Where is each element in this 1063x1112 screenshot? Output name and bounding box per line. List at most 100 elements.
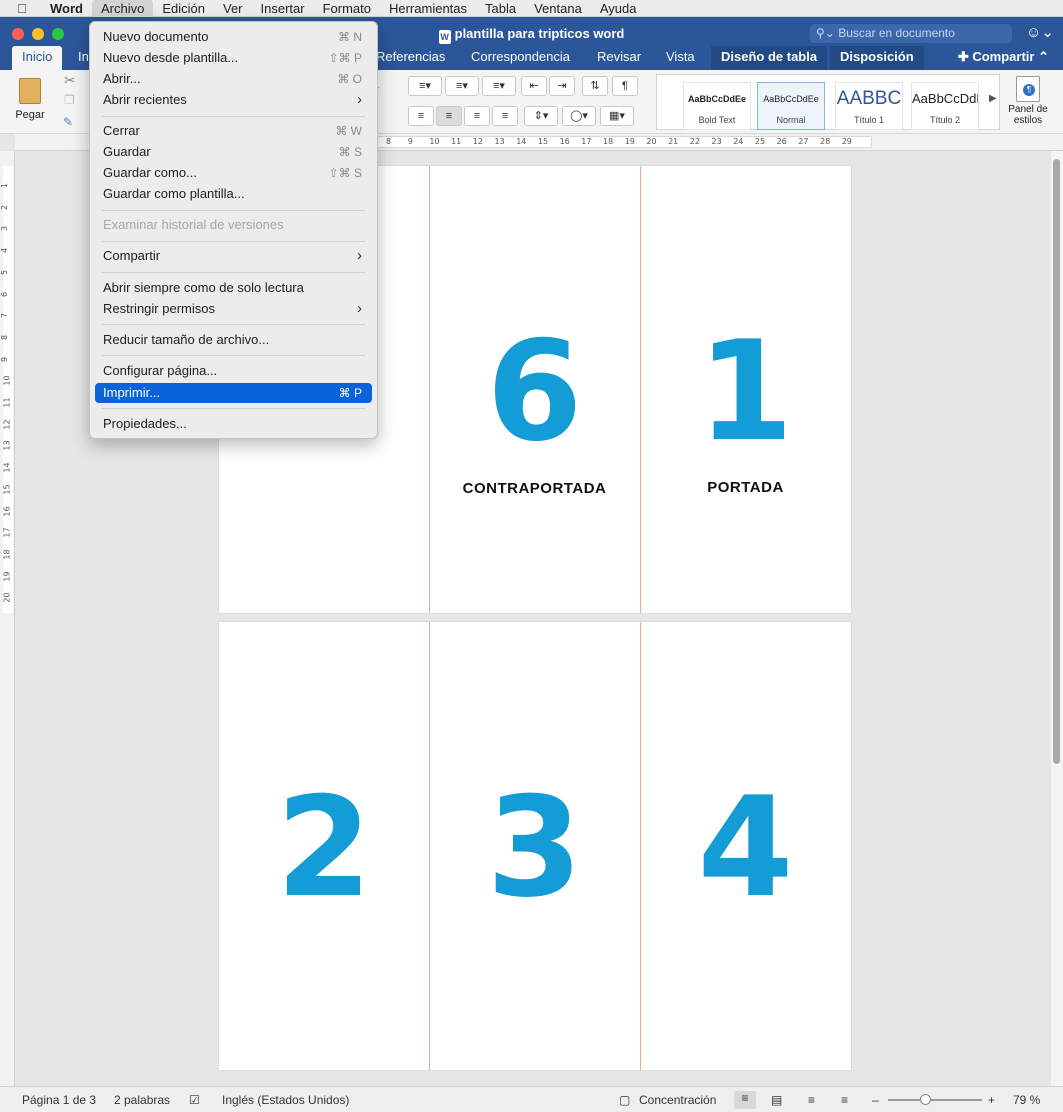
menu-archivo[interactable]: Archivo xyxy=(91,0,154,17)
style-titulo-1[interactable]: AABBC Título 1 xyxy=(835,82,903,130)
zoom-out-icon[interactable]: – xyxy=(872,1093,879,1107)
borders-button[interactable]: ▦▾ xyxy=(600,106,634,126)
menu-item-nuevo-desde-plantilla[interactable]: Nuevo desde plantilla... ⇧⌘ P xyxy=(95,48,372,68)
menu-tabla[interactable]: Tabla xyxy=(476,0,525,17)
tab-revisar[interactable]: Revisar xyxy=(587,46,651,70)
menu-insertar[interactable]: Insertar xyxy=(252,0,314,17)
scrollbar-thumb[interactable] xyxy=(1053,159,1060,764)
style-titulo-2[interactable]: AaBbCcDdI Título 2 xyxy=(911,82,979,130)
draft-view-icon[interactable]: ≡ xyxy=(841,1093,848,1107)
cut-icon[interactable]: ✂ xyxy=(64,72,76,89)
menu-item-guardar[interactable]: Guardar ⌘ S xyxy=(95,142,372,162)
numbering-button[interactable]: ≡▾ xyxy=(445,76,479,96)
word-doc-icon: W xyxy=(438,30,451,44)
style-bold-text[interactable]: AaBbCcDdEe Bold Text xyxy=(683,82,751,130)
copy-icon[interactable]: ❐ xyxy=(64,93,75,107)
language[interactable]: Inglés (Estados Unidos) xyxy=(222,1093,349,1107)
show-marks-button[interactable]: ¶ xyxy=(612,76,638,96)
format-painter-icon[interactable]: ✎ xyxy=(63,115,73,129)
menu-item-guardar-como[interactable]: Guardar como... ⇧⌘ S xyxy=(95,163,372,183)
menu-formato[interactable]: Formato xyxy=(314,0,380,17)
styles-pane-icon: ¶ xyxy=(1016,76,1040,102)
word-count[interactable]: 2 palabras xyxy=(114,1093,170,1107)
shading-button[interactable]: ◯▾ xyxy=(562,106,596,126)
menu-item-cerrar[interactable]: Cerrar ⌘ W xyxy=(95,121,372,141)
zoom-in-icon[interactable]: + xyxy=(988,1093,995,1107)
ruler-tick: 23 xyxy=(711,137,722,146)
align-center-button[interactable]: ≡ xyxy=(436,106,462,126)
vertical-scrollbar[interactable] xyxy=(1051,151,1063,1086)
menu-ver[interactable]: Ver xyxy=(214,0,252,17)
tab-inicio[interactable]: Inicio xyxy=(12,46,63,70)
menu-item-nuevo-documento[interactable]: Nuevo documento ⌘ N xyxy=(95,27,372,47)
menu-item-compartir[interactable]: Compartir › xyxy=(95,246,372,266)
styles-pane-button[interactable]: ¶ Panel de estilos xyxy=(1004,76,1052,126)
focus-icon[interactable]: ▢ xyxy=(619,1093,630,1107)
menu-item-label: Reducir tamaño de archivo... xyxy=(103,332,270,347)
web-layout-icon[interactable]: ▤ xyxy=(771,1093,782,1107)
align-right-button[interactable]: ≡ xyxy=(464,106,490,126)
menu-ventana[interactable]: Ventana xyxy=(525,0,591,17)
menu-item-abrir[interactable]: Abrir... ⌘ O xyxy=(95,69,372,89)
menu-item-configurar-pagina[interactable]: Configurar página... xyxy=(95,361,372,381)
vertical-ruler[interactable]: 1 2 3 4 5 6 7 8 9 10 11 12 13 14 15 16 17 18 19 20 xyxy=(0,151,15,1086)
sort-button[interactable]: ⇅ xyxy=(582,76,608,96)
menu-app-word[interactable]: Word xyxy=(44,0,92,17)
collapse-ribbon-icon[interactable]: ⌃ xyxy=(1038,49,1049,64)
search-document-input[interactable]: ⚲⌄ Buscar en documento xyxy=(810,24,1012,43)
decrease-indent-button[interactable]: ⇤ xyxy=(521,76,547,96)
menu-ayuda[interactable]: Ayuda xyxy=(591,0,646,17)
increase-indent-button[interactable]: ⇥ xyxy=(549,76,575,96)
zoom-slider-handle[interactable] xyxy=(920,1094,931,1105)
zoom-slider[interactable] xyxy=(888,1099,982,1101)
panel-6: 6 CONTRAPORTADA xyxy=(429,166,639,613)
style-normal[interactable]: AaBbCcDdEe Normal xyxy=(757,82,825,130)
justify-button[interactable]: ≡ xyxy=(492,106,518,126)
outline-view-icon[interactable]: ≡ xyxy=(808,1093,815,1107)
ruler-tick: 15 xyxy=(2,484,12,495)
menu-separator xyxy=(102,272,365,273)
ruler-tick: 18 xyxy=(603,137,614,146)
menu-item-label: Compartir xyxy=(103,248,161,263)
share-label: Compartir xyxy=(972,49,1035,64)
ruler-tick: 19 xyxy=(624,137,635,146)
ruler-tick: 15 xyxy=(537,137,549,146)
ruler-tick: 22 xyxy=(689,137,700,146)
menu-item-label: Imprimir... xyxy=(103,385,161,400)
ruler-tick: 4 xyxy=(0,248,10,254)
chevron-right-icon[interactable]: ▶ xyxy=(989,93,997,104)
status-bar: Página 1 de 3 2 palabras ☑ Inglés (Estad… xyxy=(0,1086,1063,1112)
bullets-button[interactable]: ≡▾ xyxy=(408,76,442,96)
menu-item-restringir-permisos[interactable]: Restringir permisos › xyxy=(95,299,372,319)
focus-mode[interactable]: Concentración xyxy=(639,1093,716,1107)
tab-diseno-de-tabla[interactable]: Diseño de tabla xyxy=(711,46,828,70)
print-layout-icon[interactable]: ≡ xyxy=(734,1091,756,1109)
style-name: Título 1 xyxy=(853,115,884,125)
menu-herramientas[interactable]: Herramientas xyxy=(380,0,476,17)
menu-item-solo-lectura[interactable]: Abrir siempre como de solo lectura xyxy=(95,278,372,298)
tab-disposicion[interactable]: Disposición xyxy=(830,46,924,70)
proofing-icon[interactable]: ☑ xyxy=(189,1093,200,1107)
menu-item-imprimir[interactable]: Imprimir... ⌘ P xyxy=(95,383,372,403)
menu-item-label: Nuevo desde plantilla... xyxy=(103,50,239,65)
menu-edicion[interactable]: Edición xyxy=(153,0,214,17)
menu-item-reducir-tamano[interactable]: Reducir tamaño de archivo... xyxy=(95,330,372,350)
feedback-smiley-icon[interactable]: ☺⌄ xyxy=(1026,23,1054,41)
apple-icon[interactable]:  xyxy=(0,1,44,16)
ruler-tick: 11 xyxy=(451,137,462,146)
tab-referencias[interactable]: Referencias xyxy=(366,46,455,70)
paste-label: Pegar xyxy=(15,109,45,121)
line-spacing-button[interactable]: ⇕▾ xyxy=(524,106,558,126)
tab-correspondencia[interactable]: Correspondencia xyxy=(461,46,580,70)
menu-item-propiedades[interactable]: Propiedades... xyxy=(95,414,372,434)
align-left-button[interactable]: ≡ xyxy=(408,106,434,126)
zoom-level[interactable]: 79 % xyxy=(1013,1093,1040,1107)
ruler-tick: 13 xyxy=(494,137,505,146)
paste-button[interactable]: Pegar xyxy=(10,76,50,128)
menu-item-abrir-recientes[interactable]: Abrir recientes › xyxy=(95,90,372,110)
multilevel-list-button[interactable]: ≡▾ xyxy=(482,76,516,96)
menu-item-guardar-como-plantilla[interactable]: Guardar como plantilla... xyxy=(95,184,372,204)
tab-vista[interactable]: Vista xyxy=(656,46,705,70)
page-count[interactable]: Página 1 de 3 xyxy=(22,1093,96,1107)
share-button[interactable]: ✚ Compartir ⌃ xyxy=(958,46,1049,70)
